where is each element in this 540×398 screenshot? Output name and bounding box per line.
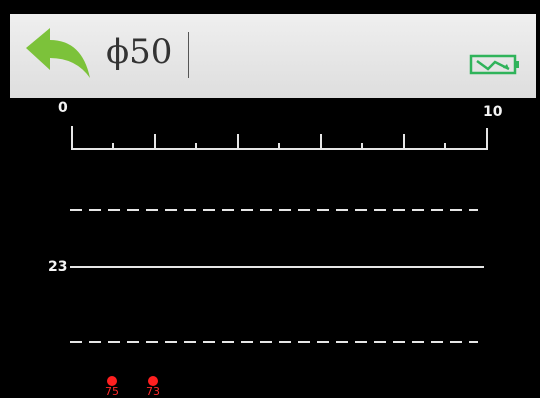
reference-value-label: 23: [48, 259, 68, 275]
header-bar: ϕ50: [10, 14, 536, 98]
upper-limit-line: [70, 209, 478, 211]
back-button[interactable]: [24, 26, 96, 86]
device-screen: ϕ50 0 10 23 75 73: [0, 0, 540, 398]
battery-charging-icon: [469, 54, 519, 75]
measurement-marker: 73: [138, 376, 168, 398]
diameter-readout: ϕ50: [106, 32, 173, 72]
marker-label: 73: [146, 385, 160, 398]
marker-label: 75: [105, 385, 119, 398]
text-cursor: [188, 32, 189, 78]
back-arrow-icon: [26, 28, 90, 78]
reference-line: [70, 266, 484, 268]
lower-limit-line: [70, 341, 478, 343]
ruler-scale: [71, 126, 488, 150]
measurement-plot: 0 10 23 75 73: [0, 98, 540, 398]
measurement-marker: 75: [97, 376, 127, 398]
battery-status: [466, 50, 530, 78]
